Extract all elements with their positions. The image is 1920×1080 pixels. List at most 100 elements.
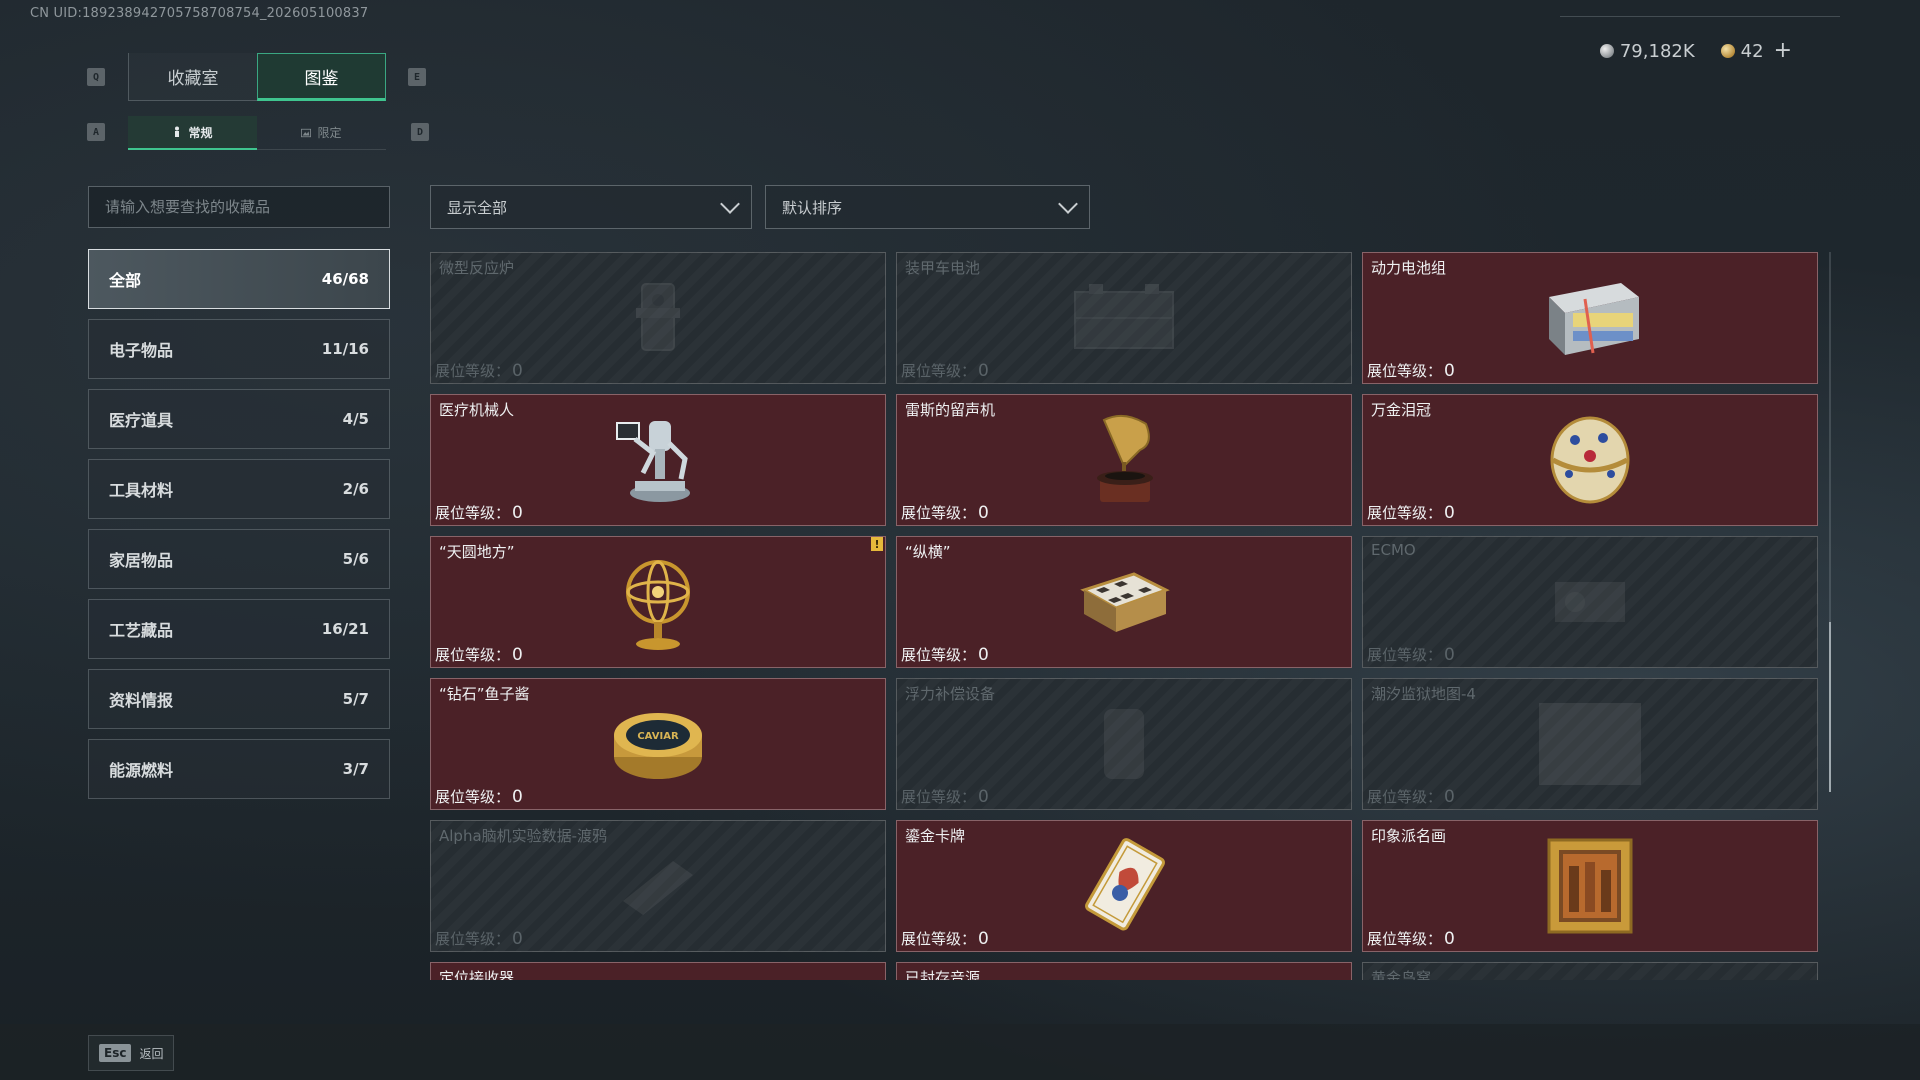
collection-card[interactable]: 鎏金卡牌 展位等级： 0 bbox=[896, 820, 1352, 952]
item-name: 潮汐监狱地图-4 bbox=[1371, 685, 1476, 703]
category-electronics[interactable]: 电子物品 11/16 bbox=[88, 319, 390, 379]
hotkey-prev-tab: Q bbox=[87, 68, 105, 86]
collection-card[interactable]: 医疗机械人展位等级： 0 bbox=[430, 394, 886, 526]
booth-level-value: 0 bbox=[978, 503, 989, 523]
booth-level-label: 展位等级： bbox=[435, 646, 511, 664]
scrollbar-thumb[interactable] bbox=[1829, 622, 1831, 792]
booth-level-label: 展位等级： bbox=[1367, 646, 1443, 664]
sort-dropdown-value: 默认排序 bbox=[782, 198, 843, 217]
booth-level-value: 0 bbox=[512, 787, 523, 807]
item-art-text: CAVIAR bbox=[637, 731, 679, 742]
painting-icon bbox=[1535, 836, 1645, 936]
battery-box-icon bbox=[1069, 268, 1179, 368]
booth-level: 展位等级： 0 bbox=[435, 502, 523, 523]
category-medical[interactable]: 医疗道具 4/5 bbox=[88, 389, 390, 449]
booth-level-value: 0 bbox=[978, 787, 989, 807]
category-household[interactable]: 家居物品 5/6 bbox=[88, 529, 390, 589]
hotkey-next-tab: E bbox=[408, 68, 426, 86]
category-tools[interactable]: 工具材料 2/6 bbox=[88, 459, 390, 519]
booth-level: 展位等级： 0 bbox=[901, 786, 989, 807]
collection-card[interactable]: 定位接收器 bbox=[430, 962, 886, 980]
subtab-limited[interactable]: 限定 bbox=[257, 116, 386, 150]
category-count: 3/7 bbox=[342, 760, 369, 778]
category-energy[interactable]: 能源燃料 3/7 bbox=[88, 739, 390, 799]
collection-card[interactable]: Alpha脑机实验数据-渡鸦 展位等级： 0 bbox=[430, 820, 886, 952]
sort-dropdown[interactable]: 默认排序 bbox=[765, 185, 1090, 229]
booth-level-value: 0 bbox=[1444, 929, 1455, 949]
booth-level-label: 展位等级： bbox=[901, 930, 977, 948]
category-crafts[interactable]: 工艺藏品 16/21 bbox=[88, 599, 390, 659]
item-name: 印象派名画 bbox=[1371, 827, 1447, 845]
gramophone-icon bbox=[1069, 410, 1179, 510]
category-all[interactable]: 全部 46/68 bbox=[88, 249, 390, 309]
collection-card[interactable]: “天圆地方” 展位等级： 0! bbox=[430, 536, 886, 668]
tab-catalog[interactable]: 图鉴 bbox=[257, 53, 386, 101]
collection-card[interactable]: 动力电池组 展位等级： 0 bbox=[1362, 252, 1818, 384]
tab-collection-room[interactable]: 收藏室 bbox=[128, 53, 257, 101]
gold-currency[interactable]: 42 + bbox=[1720, 40, 1792, 62]
image-icon bbox=[301, 128, 312, 137]
collection-card[interactable]: 雷斯的留声机 展位等级： 0 bbox=[896, 394, 1352, 526]
chess-box-icon bbox=[1069, 552, 1179, 652]
category-intel[interactable]: 资料情报 5/7 bbox=[88, 669, 390, 729]
gilded-card-icon bbox=[1069, 836, 1179, 936]
booth-level-value: 0 bbox=[1444, 503, 1455, 523]
category-list: 全部 46/68 电子物品 11/16 医疗道具 4/5 工具材料 2/6 家居… bbox=[88, 249, 390, 799]
subtab-regular[interactable]: 常规 bbox=[128, 116, 257, 150]
booth-level: 展位等级： 0 bbox=[435, 360, 523, 381]
booth-level: 展位等级： 0 bbox=[901, 644, 989, 665]
collection-card[interactable]: 装甲车电池展位等级： 0 bbox=[896, 252, 1352, 384]
collection-card[interactable]: 万金泪冠展位等级： 0 bbox=[1362, 394, 1818, 526]
booth-level: 展位等级： 0 bbox=[1367, 644, 1455, 665]
item-name: “钻石”鱼子酱 bbox=[439, 685, 530, 703]
currency-bar: 79,182K 42 + bbox=[1599, 40, 1792, 62]
collection-card[interactable]: 浮力补偿设备展位等级： 0 bbox=[896, 678, 1352, 810]
back-button[interactable]: Esc 返回 bbox=[88, 1035, 175, 1071]
item-name: 微型反应炉 bbox=[439, 259, 515, 277]
filter-dropdown[interactable]: 显示全部 bbox=[430, 185, 752, 229]
filter-dropdown-value: 显示全部 bbox=[447, 198, 508, 217]
booth-level: 展位等级： 0 bbox=[901, 360, 989, 381]
booth-level: 展位等级： 0 bbox=[1367, 360, 1455, 381]
data-drive-icon bbox=[603, 836, 713, 936]
item-name: 万金泪冠 bbox=[1371, 401, 1432, 419]
booth-level: 展位等级： 0 bbox=[1367, 786, 1455, 807]
collection-card[interactable]: 微型反应炉展位等级： 0 bbox=[430, 252, 886, 384]
map-icon bbox=[1535, 694, 1645, 794]
collection-card[interactable]: 潮汐监狱地图-4 展位等级： 0 bbox=[1362, 678, 1818, 810]
category-label: 能源燃料 bbox=[109, 761, 174, 780]
collection-card[interactable]: ECMO 展位等级： 0 bbox=[1362, 536, 1818, 668]
collection-card[interactable]: “钻石”鱼子酱 CAVIAR 展位等级： 0 bbox=[430, 678, 886, 810]
search-box[interactable] bbox=[88, 186, 390, 228]
category-label: 资料情报 bbox=[109, 691, 174, 710]
item-name: 医疗机械人 bbox=[439, 401, 515, 419]
collection-card[interactable]: 已封存音源 bbox=[896, 962, 1352, 980]
booth-level-label: 展位等级： bbox=[1367, 504, 1443, 522]
collection-card[interactable]: 黄金鸟窝 bbox=[1362, 962, 1818, 980]
bcd-icon bbox=[1069, 694, 1179, 794]
item-name: “纵横” bbox=[905, 543, 951, 561]
category-count: 2/6 bbox=[342, 480, 369, 498]
grid-scrollbar[interactable] bbox=[1829, 252, 1831, 792]
chevron-down-icon bbox=[1059, 199, 1075, 215]
silver-coin-icon bbox=[1599, 44, 1614, 58]
item-name: 浮力补偿设备 bbox=[905, 685, 996, 703]
booth-level-label: 展位等级： bbox=[1367, 930, 1443, 948]
silver-currency: 79,182K bbox=[1599, 41, 1695, 62]
booth-level: 展位等级： 0 bbox=[1367, 502, 1455, 523]
collection-grid: 微型反应炉 展位等级： 0 装甲车电池 展位等级： 0 动力电池组 展位等级： 0 医疗机械人 展位… bbox=[430, 252, 1818, 980]
collection-card[interactable]: 印象派名画展位等级： 0 bbox=[1362, 820, 1818, 952]
booth-level-label: 展位等级： bbox=[1367, 788, 1443, 806]
add-currency-button[interactable]: + bbox=[1774, 40, 1792, 62]
item-name: 雷斯的留声机 bbox=[905, 401, 996, 419]
item-name: 鎏金卡牌 bbox=[905, 827, 966, 845]
booth-level: 展位等级： 0 bbox=[435, 786, 523, 807]
booth-level-value: 0 bbox=[978, 361, 989, 381]
item-name: 装甲车电池 bbox=[905, 259, 981, 277]
search-input[interactable] bbox=[105, 198, 373, 216]
chevron-down-icon bbox=[721, 199, 737, 215]
booth-level: 展位等级： 0 bbox=[435, 644, 523, 665]
category-label: 全部 bbox=[109, 271, 142, 290]
collection-card[interactable]: “纵横” 展位等级： 0 bbox=[896, 536, 1352, 668]
category-label: 医疗道具 bbox=[109, 411, 174, 430]
